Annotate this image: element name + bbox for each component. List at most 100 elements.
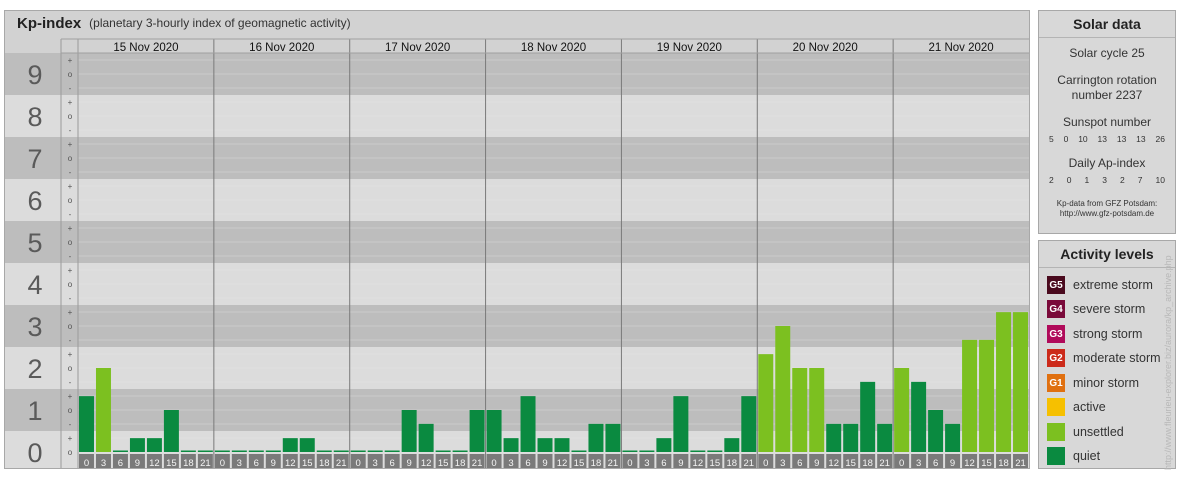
- y-minor-tick-label: +: [68, 224, 73, 233]
- y-minor-tick-label: o: [68, 322, 73, 331]
- interval-start-label: 3: [101, 458, 106, 468]
- legend-label: quiet: [1073, 449, 1101, 463]
- y-tick-label: 9: [27, 60, 42, 90]
- y-minor-tick-label: +: [68, 140, 73, 149]
- kp-bar: [588, 423, 604, 452]
- kp-bar: [775, 326, 791, 452]
- day-label: 18 Nov 2020: [521, 42, 586, 54]
- y-minor-tick-label: +: [68, 266, 73, 275]
- interval-start-label: 21: [472, 458, 483, 468]
- kp-bar: [333, 450, 349, 452]
- data-source-link[interactable]: http://www.gfz-potsdam.de: [1039, 209, 1175, 219]
- kp-bar: [486, 410, 502, 452]
- kp-bar: [656, 438, 672, 452]
- interval-start-label: 12: [557, 458, 568, 468]
- interval-start-label: 12: [421, 458, 432, 468]
- kp-bar: [163, 410, 179, 452]
- kp-bar: [707, 450, 723, 452]
- ap-value: 3: [1102, 175, 1107, 185]
- y-minor-tick-label: o: [68, 406, 73, 415]
- kp-chart-panel: 0 1 2 3 4 5 6 7 8 9 + o + o - + o - + o - + o - + o - + o - + o - + o - + o -1…: [4, 10, 1030, 469]
- kp-bar: [962, 339, 978, 452]
- y-minor-tick-label: o: [68, 70, 73, 79]
- legend-swatch: G1: [1047, 374, 1065, 392]
- kp-bar: [231, 450, 247, 452]
- y-minor-tick-label: -: [69, 210, 72, 219]
- kp-bar: [248, 450, 264, 452]
- y-tick-label: 4: [27, 270, 42, 300]
- y-tick-label: 1: [27, 396, 42, 426]
- y-tick-label: 6: [27, 186, 42, 216]
- y-minor-tick-label: -: [69, 294, 72, 303]
- kp-bar: [571, 450, 587, 452]
- interval-start-label: 15: [438, 458, 449, 468]
- kp-bar: [877, 423, 893, 452]
- kp-bar: [146, 438, 162, 452]
- y-minor-tick-label: o: [68, 448, 73, 457]
- sunspot-values: 5 0 10 13 13 13 26: [1039, 134, 1175, 144]
- interval-start-label: 9: [271, 458, 276, 468]
- day-label: 15 Nov 2020: [113, 42, 178, 54]
- legend-label: extreme storm: [1073, 278, 1153, 292]
- y-tick-label: 5: [27, 228, 42, 258]
- kp-bar: [792, 368, 808, 452]
- interval-start-label: 6: [390, 458, 395, 468]
- interval-start-label: 6: [254, 458, 259, 468]
- day-label: 21 Nov 2020: [928, 42, 993, 54]
- kp-bar: [928, 410, 944, 452]
- ap-value: 1: [1084, 175, 1090, 185]
- data-source-line-1: Kp-data from GFZ Potsdam:: [1056, 199, 1158, 208]
- kp-bar: [520, 396, 536, 452]
- interval-start-label: 15: [166, 458, 177, 468]
- day-label: 20 Nov 2020: [793, 42, 858, 54]
- kp-bar: [401, 410, 417, 452]
- y-minor-tick-label: +: [68, 308, 73, 317]
- kp-bar: [860, 381, 876, 452]
- kp-bar: [112, 450, 128, 452]
- ap-value: 2: [1120, 175, 1125, 185]
- kp-bar: [316, 450, 332, 452]
- kp-bar: [214, 450, 230, 452]
- y-tick-label: 0: [27, 438, 42, 468]
- interval-start-label: 12: [693, 458, 704, 468]
- ap-index-values: 2 0 1 3 2 7 10: [1039, 175, 1175, 185]
- interval-start-label: 3: [644, 458, 649, 468]
- legend-row-active: active: [1047, 397, 1106, 417]
- kp-bar: [673, 396, 689, 452]
- ap-value: 2: [1049, 175, 1054, 185]
- interval-start-label: 15: [845, 458, 856, 468]
- interval-start-label: 12: [149, 458, 160, 468]
- sunspot-label: Sunspot number: [1062, 115, 1152, 129]
- kp-bar: [1013, 312, 1028, 452]
- legend-swatch: G2: [1047, 349, 1065, 367]
- y-minor-tick-label: +: [68, 350, 73, 359]
- kp-bar: [79, 396, 94, 452]
- interval-start-label: 12: [285, 458, 296, 468]
- kp-bar: [452, 450, 468, 452]
- y-minor-tick-label: o: [68, 154, 73, 163]
- interval-start-label: 9: [542, 458, 547, 468]
- day-label: 17 Nov 2020: [385, 42, 450, 54]
- y-tick-label: 2: [27, 354, 42, 384]
- kp-bar: [758, 354, 774, 452]
- interval-start-label: 18: [183, 458, 194, 468]
- y-minor-tick-label: +: [68, 434, 73, 443]
- sunspot-value: 26: [1155, 134, 1165, 144]
- sunspot-value: 5: [1049, 134, 1054, 144]
- kp-bar: [418, 423, 434, 452]
- y-minor-tick-label: -: [69, 378, 72, 387]
- y-minor-tick-label: o: [68, 238, 73, 247]
- kp-bar: [826, 423, 842, 452]
- y-minor-tick-label: -: [69, 420, 72, 429]
- sunspot-value: 0: [1063, 134, 1069, 144]
- legend-row-unsettled: unsettled: [1047, 422, 1124, 442]
- interval-start-label: 0: [84, 458, 89, 468]
- kp-bar: [299, 438, 315, 452]
- legend-row-quiet: quiet: [1047, 446, 1100, 466]
- kp-bar: [129, 438, 145, 452]
- kp-bar: [503, 438, 519, 452]
- kp-bar: [724, 438, 740, 452]
- kp-bar: [894, 368, 910, 452]
- legend-row-moderate-storm: G2 moderate storm: [1047, 348, 1161, 368]
- legend-row-strong-storm: G3 strong storm: [1047, 324, 1142, 344]
